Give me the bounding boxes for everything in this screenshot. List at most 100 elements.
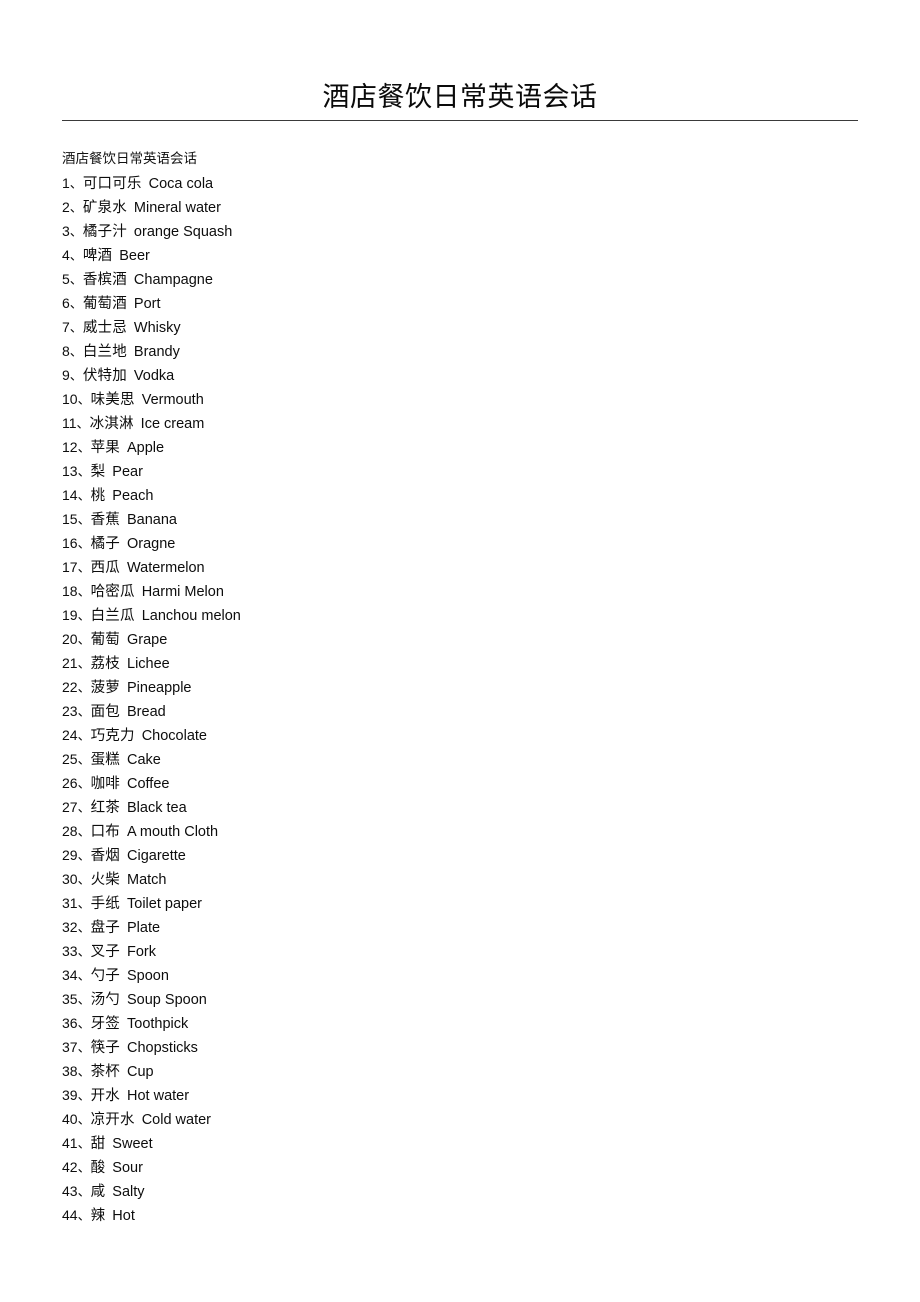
item-separator: 、 <box>77 944 91 959</box>
item-english-term: Soup Spoon <box>127 992 207 1008</box>
page-title: 酒店餐饮日常英语会话 <box>322 82 598 113</box>
item-english-term: Black tea <box>127 800 187 816</box>
item-separator: 、 <box>77 440 91 455</box>
item-index: 5 <box>62 271 70 287</box>
list-item: 34、勺子 Spoon <box>62 963 862 987</box>
item-index: 19 <box>62 607 78 623</box>
item-english-term: Mineral water <box>133 200 221 216</box>
list-item: 24、巧克力 Chocolate <box>62 723 862 747</box>
list-item: 9、伏特加 Vodka <box>62 363 862 387</box>
item-english-term: Oragne <box>127 536 176 552</box>
item-chinese-term: 白兰瓜 <box>90 608 135 624</box>
list-item: 7、威士忌 Whisky <box>62 315 862 339</box>
item-chinese-term: 牙签 <box>90 1016 120 1032</box>
item-chinese-term: 咸 <box>90 1184 106 1200</box>
list-item: 32、盘子 Plate <box>62 915 862 939</box>
item-english-term: Cake <box>127 752 161 768</box>
item-chinese-term: 筷子 <box>90 1040 120 1056</box>
item-separator: 、 <box>77 488 91 503</box>
list-item: 30、火柴 Match <box>62 867 862 891</box>
item-english-term: Chopsticks <box>127 1040 198 1056</box>
list-item: 1、可口可乐 Coca cola <box>62 171 862 195</box>
list-item: 4、啤酒 Beer <box>62 243 862 267</box>
item-separator: 、 <box>77 776 91 791</box>
list-item: 39、开水 Hot water <box>62 1083 862 1107</box>
item-separator: 、 <box>77 896 91 911</box>
item-chinese-term: 味美思 <box>90 392 135 408</box>
list-item: 13、梨 Pear <box>62 459 862 483</box>
item-english-term: Coffee <box>127 776 170 792</box>
list-item: 38、茶杯 Cup <box>62 1059 862 1083</box>
item-index: 26 <box>62 775 78 791</box>
list-item: 12、苹果 Apple <box>62 435 862 459</box>
intro-heading: 酒店餐饮日常英语会话 <box>62 151 197 166</box>
item-separator: 、 <box>77 1064 91 1079</box>
list-item: 37、筷子 Chopsticks <box>62 1035 862 1059</box>
item-separator: 、 <box>69 296 83 311</box>
item-separator: 、 <box>77 680 91 695</box>
list-item: 28、口布 A mouth Cloth <box>62 819 862 843</box>
list-item: 21、荔枝 Lichee <box>62 651 862 675</box>
item-index: 35 <box>62 991 78 1007</box>
list-item: 26、咖啡 Coffee <box>62 771 862 795</box>
item-separator: 、 <box>69 248 83 263</box>
item-separator: 、 <box>69 176 83 191</box>
list-item: 14、桃 Peach <box>62 483 862 507</box>
item-index: 18 <box>62 583 78 599</box>
item-separator: 、 <box>69 368 83 383</box>
item-english-term: Peach <box>112 488 154 504</box>
item-chinese-term: 梨 <box>90 464 106 480</box>
item-english-term: Coca cola <box>148 176 214 192</box>
list-item: 22、菠萝 Pineapple <box>62 675 862 699</box>
document-body: 酒店餐饮日常英语会话 1、可口可乐 Coca cola 2、矿泉水 Mineral w… <box>62 147 862 1227</box>
item-separator: 、 <box>77 512 91 527</box>
item-english-term: A mouth Cloth <box>127 824 219 840</box>
item-index: 25 <box>62 751 78 767</box>
item-separator: 、 <box>77 1088 91 1103</box>
item-english-term: Champagne <box>133 272 213 288</box>
item-index: 37 <box>62 1039 78 1055</box>
item-chinese-term: 叉子 <box>90 944 120 960</box>
item-chinese-term: 可口可乐 <box>82 176 142 192</box>
item-separator: 、 <box>77 608 91 623</box>
item-chinese-term: 桃 <box>90 488 106 504</box>
item-chinese-term: 茶杯 <box>90 1064 120 1080</box>
item-separator: 、 <box>77 824 91 839</box>
item-english-term: Chocolate <box>141 728 207 744</box>
item-chinese-term: 勺子 <box>90 968 120 984</box>
item-chinese-term: 香烟 <box>90 848 120 864</box>
item-index: 42 <box>62 1159 78 1175</box>
list-item: 20、葡萄 Grape <box>62 627 862 651</box>
list-item: 42、酸 Sour <box>62 1155 862 1179</box>
item-chinese-term: 橘子 <box>90 536 120 552</box>
list-item: 25、蛋糕 Cake <box>62 747 862 771</box>
item-chinese-term: 面包 <box>90 704 120 720</box>
item-index: 6 <box>62 295 70 311</box>
item-chinese-term: 香槟酒 <box>82 272 127 288</box>
item-index: 30 <box>62 871 78 887</box>
item-english-term: Toilet paper <box>127 896 202 912</box>
item-separator: 、 <box>77 1160 91 1175</box>
item-index: 8 <box>62 343 70 359</box>
item-index: 17 <box>62 559 78 575</box>
item-separator: 、 <box>69 200 83 215</box>
item-english-term: Hot water <box>127 1088 190 1104</box>
list-item: 5、香槟酒 Champagne <box>62 267 862 291</box>
item-index: 38 <box>62 1063 78 1079</box>
item-index: 36 <box>62 1015 78 1031</box>
item-separator: 、 <box>77 1040 91 1055</box>
item-english-term: Bread <box>127 704 166 720</box>
item-index: 2 <box>62 199 70 215</box>
item-english-term: Cigarette <box>127 848 186 864</box>
item-english-term: Brandy <box>133 344 180 360</box>
list-item: 15、香蕉 Banana <box>62 507 862 531</box>
item-separator: 、 <box>77 464 91 479</box>
item-index: 44 <box>62 1207 78 1223</box>
item-english-term: Grape <box>127 632 168 648</box>
item-separator: 、 <box>77 632 91 647</box>
list-item: 8、白兰地 Brandy <box>62 339 862 363</box>
item-english-term: Sour <box>112 1160 143 1176</box>
item-index: 41 <box>62 1135 78 1151</box>
item-english-term: Port <box>133 296 161 312</box>
list-item: 33、叉子 Fork <box>62 939 862 963</box>
